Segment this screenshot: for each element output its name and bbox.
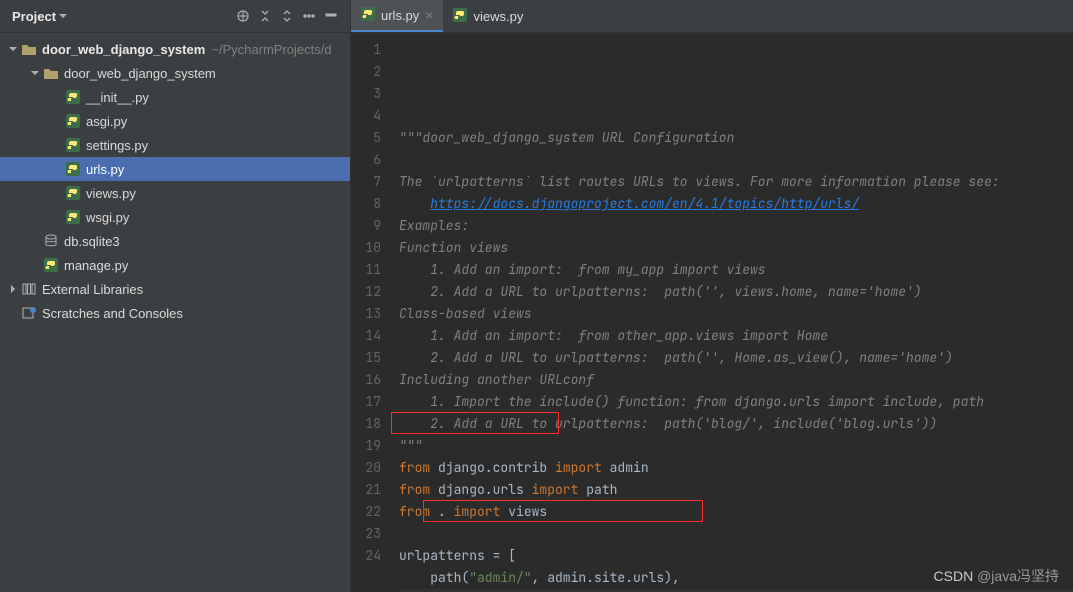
tree-label: Scratches and Consoles	[42, 306, 183, 321]
scratches-consoles[interactable]: Scratches and Consoles	[0, 301, 350, 325]
expand-all-icon[interactable]	[254, 5, 276, 27]
python-file-icon	[64, 162, 82, 176]
editor-area: urls.py × views.py 12345678910111213141516…	[351, 0, 1073, 592]
python-file-icon	[64, 138, 82, 152]
python-file-icon	[453, 8, 467, 25]
code-line[interactable]: 1. Add an import: from other_app.views i…	[399, 325, 1073, 347]
code-line[interactable]: 2. Add a URL to urlpatterns: path('', vi…	[399, 281, 1073, 303]
code-line[interactable]: from django.contrib import admin	[399, 457, 1073, 479]
tree-label: door_web_django_system	[42, 42, 205, 57]
python-file-icon	[64, 210, 82, 224]
tree-item-wsgi-py[interactable]: wsgi.py	[0, 205, 350, 229]
tab-label: views.py	[473, 9, 523, 24]
code-line[interactable]: https://docs.djangoproject.com/en/4.1/to…	[399, 193, 1073, 215]
library-icon	[20, 283, 38, 295]
tree-label: External Libraries	[42, 282, 143, 297]
code-content[interactable]: """door_web_django_system URL Configurat…	[391, 33, 1073, 592]
editor-tabs: urls.py × views.py	[351, 0, 1073, 33]
hide-panel-icon[interactable]	[320, 5, 342, 27]
code-line[interactable]: Class-based views	[399, 303, 1073, 325]
tree-label: settings.py	[86, 138, 148, 153]
code-area[interactable]: 123456789101112131415161718192021222324 …	[351, 33, 1073, 592]
code-line[interactable]: """door_web_django_system URL Configurat…	[399, 127, 1073, 149]
collapse-all-icon[interactable]	[276, 5, 298, 27]
settings-icon[interactable]	[298, 5, 320, 27]
code-line[interactable]: from django.urls import path	[399, 479, 1073, 501]
chevron-icon[interactable]	[28, 68, 42, 78]
project-tree[interactable]: door_web_django_system ~/PycharmProjects…	[0, 33, 350, 592]
tree-label: door_web_django_system	[64, 66, 216, 81]
tree-item-manage-py[interactable]: manage.py	[0, 253, 350, 277]
tree-item-__init__-py[interactable]: __init__.py	[0, 85, 350, 109]
editor-tab-urls-py[interactable]: urls.py ×	[351, 0, 443, 32]
line-gutter: 123456789101112131415161718192021222324	[351, 33, 391, 592]
python-file-icon	[64, 114, 82, 128]
project-sidebar: Project door_web_django_system ~/Pycharm…	[0, 0, 351, 592]
chevron-down-icon[interactable]	[6, 44, 20, 54]
code-line[interactable]: urlpatterns = [	[399, 545, 1073, 567]
tree-label: wsgi.py	[86, 210, 129, 225]
code-line[interactable]: Function views	[399, 237, 1073, 259]
tree-item-views-py[interactable]: views.py	[0, 181, 350, 205]
code-line[interactable]: Including another URLconf	[399, 369, 1073, 391]
python-file-icon	[42, 258, 60, 272]
chevron-right-icon[interactable]	[6, 284, 20, 294]
tree-label: asgi.py	[86, 114, 127, 129]
code-line[interactable]: """	[399, 435, 1073, 457]
sidebar-header: Project	[0, 0, 350, 33]
code-line[interactable]: 1. Add an import: from my_app import vie…	[399, 259, 1073, 281]
tree-item-urls-py[interactable]: urls.py	[0, 157, 350, 181]
tree-label: urls.py	[86, 162, 124, 177]
editor-tab-views-py[interactable]: views.py	[443, 0, 533, 32]
code-line[interactable]: from . import views	[399, 501, 1073, 523]
tree-item-door_web_django_system[interactable]: door_web_django_system	[0, 61, 350, 85]
tree-root[interactable]: door_web_django_system ~/PycharmProjects…	[0, 37, 350, 61]
tab-label: urls.py	[381, 8, 419, 23]
tree-item-asgi-py[interactable]: asgi.py	[0, 109, 350, 133]
tree-path: ~/PycharmProjects/d	[211, 42, 331, 57]
tree-label: manage.py	[64, 258, 128, 273]
tree-item-db-sqlite3[interactable]: db.sqlite3	[0, 229, 350, 253]
scratches-icon	[20, 307, 38, 319]
folder-icon	[42, 67, 60, 79]
python-file-icon	[64, 186, 82, 200]
code-line[interactable]: The `urlpatterns` list routes URLs to vi…	[399, 171, 1073, 193]
tree-label: views.py	[86, 186, 136, 201]
code-line[interactable]: 2. Add a URL to urlpatterns: path('blog/…	[399, 413, 1073, 435]
folder-icon	[20, 43, 38, 55]
python-file-icon	[361, 7, 375, 24]
watermark: CSDN @java冯坚持	[934, 566, 1059, 586]
code-line[interactable]: 1. Import the include() function: from d…	[399, 391, 1073, 413]
external-libraries[interactable]: External Libraries	[0, 277, 350, 301]
close-icon[interactable]: ×	[425, 7, 433, 23]
code-line[interactable]: Examples:	[399, 215, 1073, 237]
database-icon	[42, 234, 60, 248]
chevron-down-icon[interactable]	[58, 11, 68, 21]
code-line[interactable]: 2. Add a URL to urlpatterns: path('', Ho…	[399, 347, 1073, 369]
tree-label: __init__.py	[86, 90, 149, 105]
sidebar-title[interactable]: Project	[8, 9, 56, 24]
tree-item-settings-py[interactable]: settings.py	[0, 133, 350, 157]
code-line[interactable]	[399, 523, 1073, 545]
python-file-icon	[64, 90, 82, 104]
select-opened-file-icon[interactable]	[232, 5, 254, 27]
tree-label: db.sqlite3	[64, 234, 120, 249]
code-line[interactable]	[399, 149, 1073, 171]
